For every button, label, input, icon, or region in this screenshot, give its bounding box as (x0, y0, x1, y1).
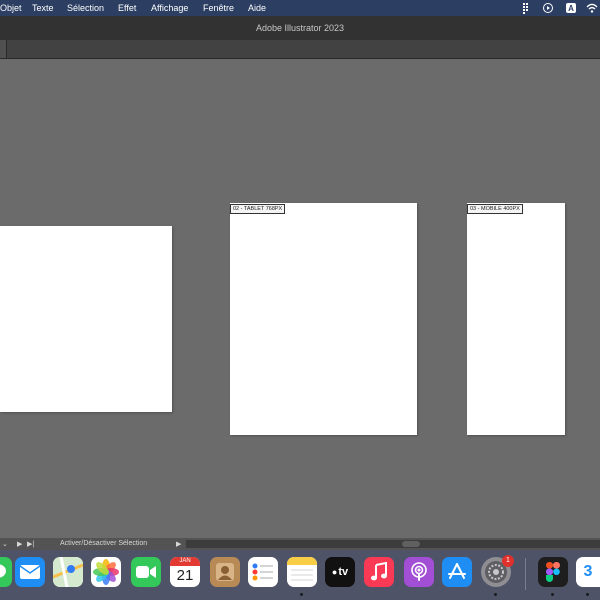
reminders-icon[interactable] (248, 557, 278, 587)
menu-fenetre[interactable]: Fenêtre (203, 3, 234, 13)
figma-icon[interactable] (538, 557, 568, 587)
calendar-icon[interactable]: JAN 21 (170, 557, 200, 587)
settings-notification-badge: 1 (502, 555, 514, 567)
mail-icon[interactable] (15, 557, 45, 587)
canvas-area[interactable]: 02 - TABLET 768PX 03 - MOBILE 400PX (0, 59, 600, 538)
document-tab-strip (0, 40, 600, 59)
menu-affichage[interactable]: Affichage (151, 3, 188, 13)
calendar-month: JAN (170, 557, 200, 566)
app-store-icon[interactable] (442, 557, 472, 587)
messages-icon[interactable] (0, 557, 12, 587)
maps-icon[interactable] (53, 557, 83, 587)
status-label[interactable]: Activer/Désactiver Sélection (60, 540, 147, 547)
artboard-label-mobile[interactable]: 03 - MOBILE 400PX (467, 204, 523, 214)
menu-objet[interactable]: Objet (0, 3, 22, 13)
photos-icon[interactable] (91, 557, 121, 587)
last-artboard-button[interactable]: ▶| (27, 540, 34, 548)
apple-tv-icon[interactable]: ● tv (325, 557, 355, 587)
wifi-icon[interactable] (586, 2, 598, 14)
app-title-bar: Adobe Illustrator 2023 (0, 16, 600, 40)
partial-app-icon[interactable]: 3 (576, 557, 600, 587)
artboard-mobile[interactable]: 03 - MOBILE 400PX (467, 203, 565, 435)
notes-icon[interactable] (287, 557, 317, 587)
facetime-icon[interactable] (131, 557, 161, 587)
settings-running-dot (494, 593, 497, 596)
figma-running-dot (551, 593, 554, 596)
artboard-menu-chevron[interactable]: ⌄ (2, 540, 8, 548)
contacts-icon[interactable] (210, 557, 240, 587)
partial-app-running-dot (586, 593, 589, 596)
notes-running-dot (300, 593, 303, 596)
menu-effet[interactable]: Effet (118, 3, 136, 13)
menu-texte[interactable]: Texte (32, 3, 54, 13)
document-tab[interactable] (0, 40, 7, 58)
dock-divider (525, 558, 526, 590)
next-artboard-button[interactable]: ▶ (17, 540, 22, 548)
play-circle-icon[interactable] (542, 2, 554, 14)
horizontal-scrollbar[interactable] (186, 540, 600, 548)
podcasts-icon[interactable] (404, 557, 434, 587)
grid-icon[interactable] (520, 2, 532, 14)
window-title: Adobe Illustrator 2023 (255, 23, 345, 33)
menu-selection[interactable]: Sélection (67, 3, 104, 13)
svg-text:A: A (568, 4, 574, 13)
calendar-day: 21 (176, 567, 194, 584)
artboard-desktop[interactable] (0, 226, 172, 412)
scrollbar-thumb[interactable] (402, 541, 420, 547)
apple-tv-label: tv (338, 566, 349, 578)
partial-app-glyph: 3 (583, 563, 593, 580)
menu-bar: Objet Texte Sélection Effet Affichage Fe… (0, 0, 600, 16)
status-bar: ⌄ ▶ ▶| Activer/Désactiver Sélection ▶ (0, 538, 600, 550)
artboard-label-tablet[interactable]: 02 - TABLET 768PX (230, 204, 286, 214)
artboard-tablet[interactable]: 02 - TABLET 768PX (230, 203, 417, 435)
menu-aide[interactable]: Aide (248, 3, 266, 13)
keyboard-input-a-icon[interactable]: A (565, 2, 577, 14)
status-menu-arrow[interactable]: ▶ (176, 540, 181, 548)
music-icon[interactable] (364, 557, 394, 587)
